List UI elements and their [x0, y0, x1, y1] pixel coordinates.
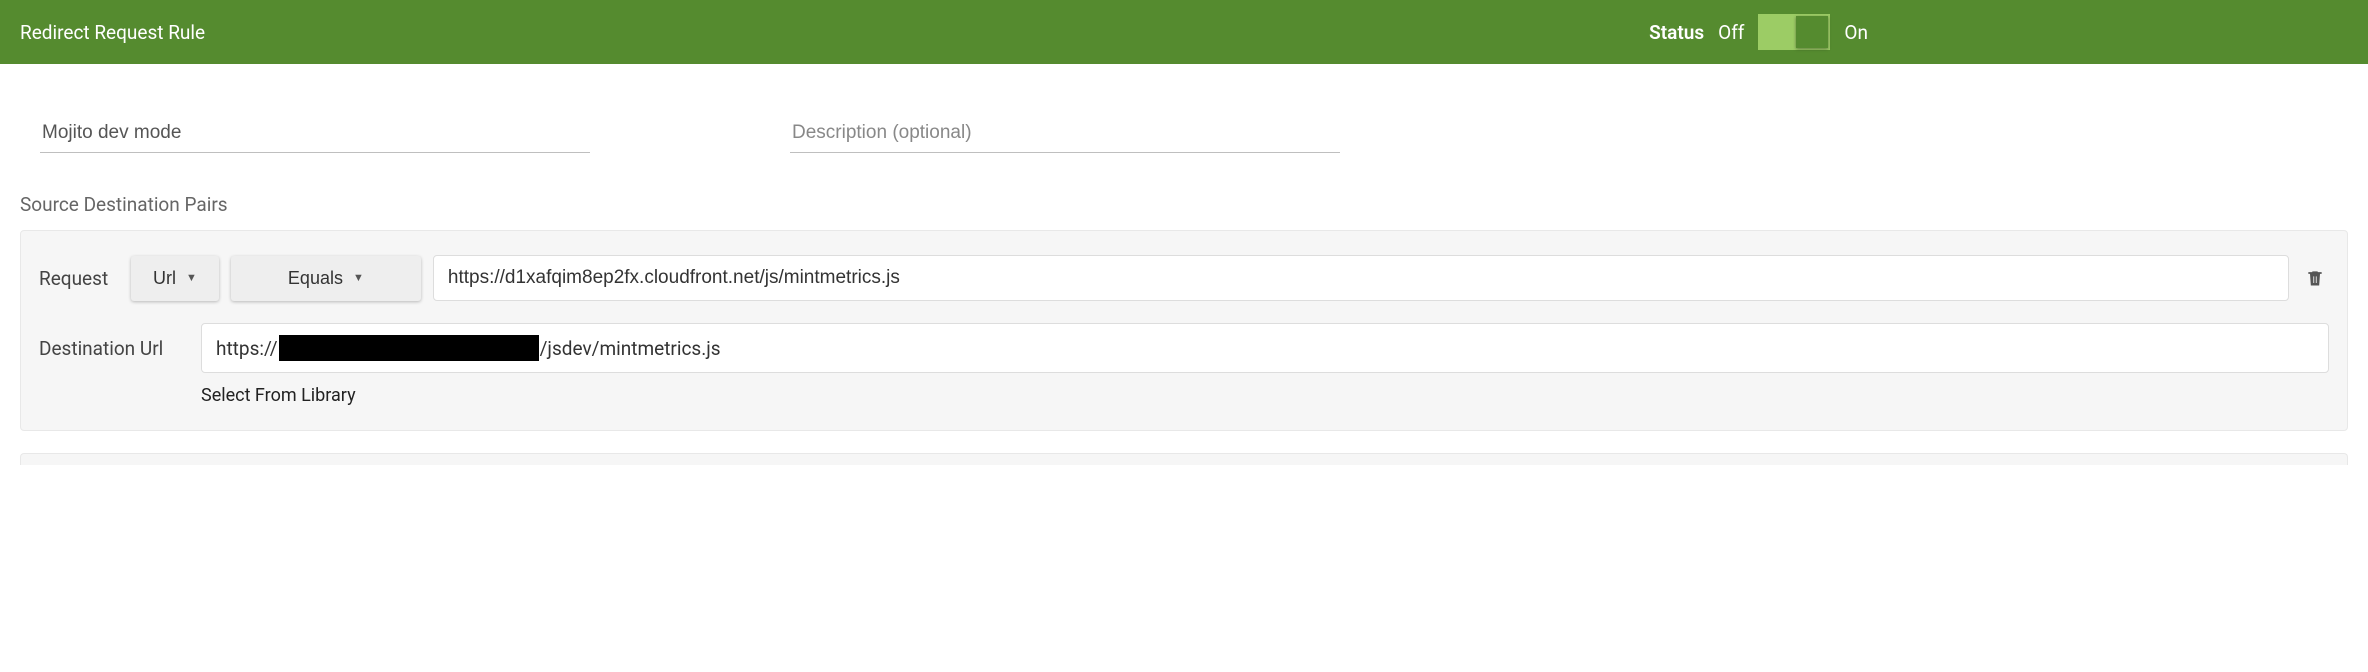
destination-url-input[interactable]: https:// /jsdev/mintmetrics.js — [201, 323, 2329, 373]
destination-url-prefix: https:// — [216, 337, 278, 360]
status-off-label: Off — [1718, 21, 1744, 44]
request-url-input[interactable] — [433, 255, 2289, 301]
request-operator-value: Equals — [288, 268, 343, 289]
status-toggle[interactable] — [1758, 14, 1830, 50]
rule-description-input[interactable] — [790, 114, 1340, 153]
request-label: Request — [39, 267, 119, 290]
request-type-value: Url — [153, 268, 176, 289]
status-group: Status Off On — [1649, 14, 1868, 50]
page-title: Redirect Request Rule — [20, 21, 205, 44]
pairs-container: Request Url ▼ Equals ▼ Destination Url h… — [20, 230, 2348, 431]
caret-down-icon: ▼ — [353, 272, 364, 284]
next-section-preview — [20, 453, 2348, 465]
redacted-block — [279, 335, 539, 361]
destination-label: Destination Url — [39, 337, 189, 360]
content-area: Source Destination Pairs Request Url ▼ E… — [0, 64, 2368, 465]
status-on-label: On — [1844, 21, 1868, 44]
pairs-section-label: Source Destination Pairs — [20, 193, 2348, 216]
request-operator-dropdown[interactable]: Equals ▼ — [231, 256, 421, 301]
trash-icon — [2305, 267, 2325, 289]
rule-name-input[interactable] — [40, 114, 590, 153]
destination-url-suffix: /jsdev/mintmetrics.js — [540, 337, 721, 360]
request-type-dropdown[interactable]: Url ▼ — [131, 256, 219, 301]
header-bar: Redirect Request Rule Status Off On — [0, 0, 2368, 64]
status-label: Status — [1649, 21, 1704, 44]
destination-row: Destination Url https:// /jsdev/mintmetr… — [39, 323, 2329, 373]
inputs-row — [40, 114, 2348, 153]
request-row: Request Url ▼ Equals ▼ — [39, 255, 2329, 301]
select-from-library-link[interactable]: Select From Library — [201, 385, 2329, 406]
caret-down-icon: ▼ — [186, 272, 197, 284]
toggle-thumb — [1796, 16, 1828, 48]
delete-pair-button[interactable] — [2301, 263, 2329, 293]
